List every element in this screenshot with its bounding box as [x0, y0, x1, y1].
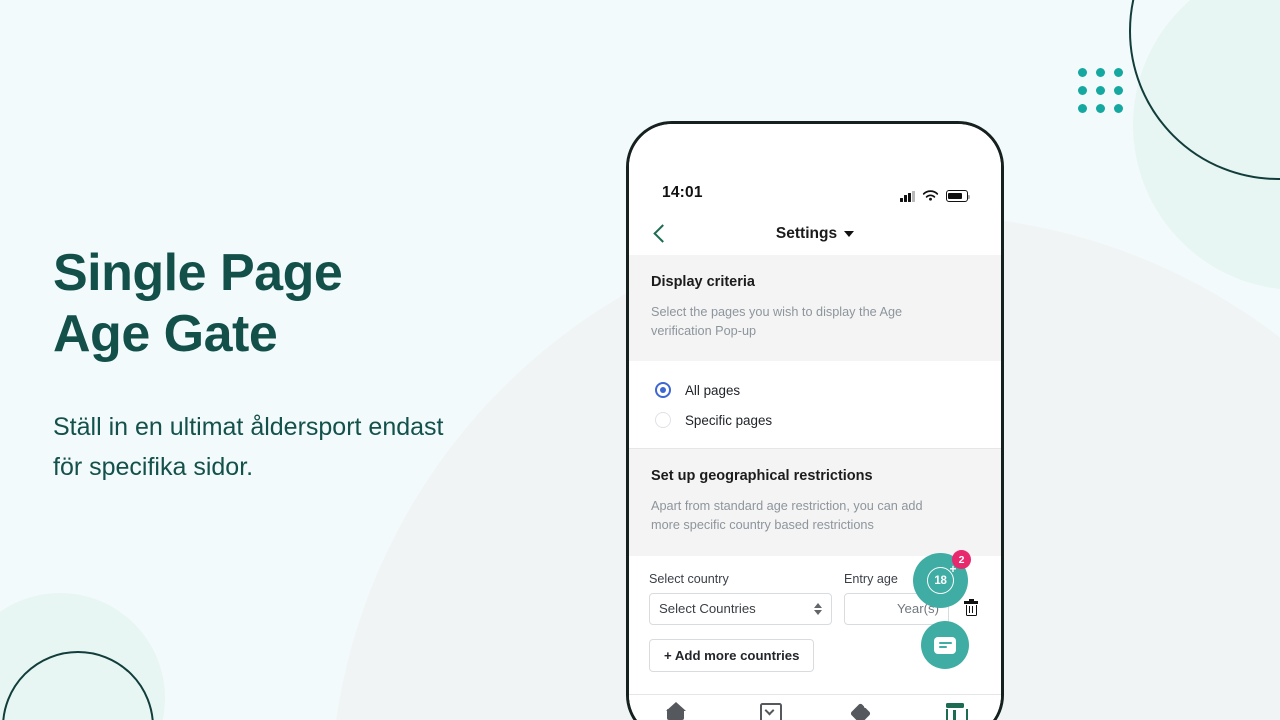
subcopy-line-1: Ställ in en ultimat åldersport endast	[53, 412, 444, 441]
status-bar-time: 14:01	[662, 184, 703, 201]
radio-unselected-icon[interactable]	[655, 412, 671, 429]
hero-subtitle: Ställ in en ultimat åldersport endast fö…	[53, 407, 593, 488]
country-field: Select country Select Countries	[649, 572, 832, 625]
radio-option-specific-pages[interactable]: Specific pages	[629, 405, 1001, 435]
age-fab-number: 18	[934, 574, 947, 587]
radio-label-all-pages: All pages	[685, 382, 741, 398]
storefront-icon	[945, 701, 968, 720]
radio-option-all-pages[interactable]: All pages	[629, 375, 1001, 405]
radio-label-specific-pages: Specific pages	[685, 412, 773, 428]
tab-store[interactable]: Store	[908, 701, 1001, 720]
subcopy-line-2: för specifika sidor.	[53, 453, 254, 482]
age-verification-fab[interactable]: 18 + 2	[913, 550, 971, 608]
country-field-label: Select country	[649, 571, 729, 586]
stepper-chevrons-icon[interactable]	[814, 602, 822, 615]
status-bar-icons	[900, 190, 970, 202]
caret-down-icon[interactable]	[844, 230, 855, 237]
display-criteria-description: Select the pages you wish to display the…	[651, 305, 903, 338]
nav-title: Settings	[775, 224, 838, 242]
hero-copy: Single Page Age Gate Ställ in en ultimat…	[53, 243, 613, 488]
tab-home[interactable]: Home	[629, 701, 722, 720]
chat-fab[interactable]	[921, 621, 969, 669]
display-criteria-title: Display criteria	[651, 274, 755, 290]
decorative-dot-grid	[1078, 68, 1123, 113]
geo-restrictions-header: Set up geographical restrictions Apart f…	[629, 449, 1001, 556]
chevron-left-icon[interactable]	[649, 223, 671, 245]
orders-inbox-icon	[759, 701, 782, 720]
country-select[interactable]: Select Countries	[649, 592, 832, 625]
radio-selected-icon[interactable]	[655, 382, 671, 399]
page-title: Single Page Age Gate	[53, 243, 613, 365]
add-more-countries-button[interactable]: + Add more countries	[649, 638, 815, 672]
status-bar: 14:01	[629, 124, 1001, 212]
tab-products[interactable]: Products	[815, 701, 908, 720]
home-icon	[665, 701, 686, 720]
trash-icon	[964, 598, 978, 617]
display-criteria-header: Display criteria Select the pages you wi…	[629, 255, 1001, 362]
geo-restrictions-title: Set up geographical restrictions	[651, 468, 873, 485]
country-select-value: Select Countries	[659, 601, 756, 617]
signal-icon	[900, 190, 915, 202]
notification-badge: 2	[952, 550, 971, 569]
display-criteria-options: All pages Specific pages	[629, 361, 1001, 449]
geo-restrictions-description: Apart from standard age restriction, you…	[651, 499, 923, 533]
age-18-plus-icon: 18 +	[927, 564, 956, 594]
nav-title-group: Settings	[629, 225, 1001, 243]
battery-icon	[946, 190, 970, 202]
headline-line-1: Single Page	[53, 244, 343, 302]
tab-orders[interactable]: Orders	[722, 701, 815, 720]
chat-bubble-icon	[934, 636, 956, 654]
delete-row-button[interactable]	[961, 593, 981, 625]
tag-icon	[852, 701, 872, 720]
wifi-icon	[922, 190, 939, 201]
bottom-tab-bar: Home Orders Products Store	[629, 694, 1001, 720]
headline-line-2: Age Gate	[53, 304, 278, 363]
app-nav-bar: Settings	[629, 212, 1001, 255]
